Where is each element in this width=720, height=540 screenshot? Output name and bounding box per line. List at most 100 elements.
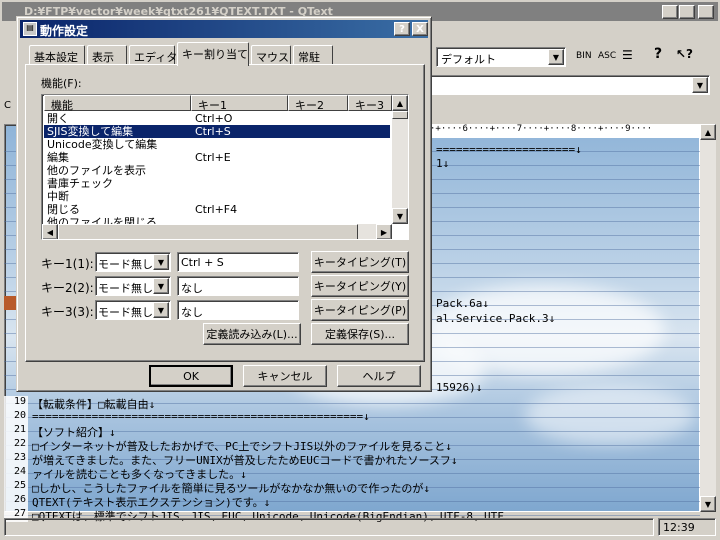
line-number: 25 [4,480,28,494]
function-list[interactable]: 開く Ctrl+O SJIS変換して編集 Ctrl+S Unicode変換して編集 編集 C… [41,94,409,240]
line-number: 24 [4,466,28,480]
dialog-title-bar: ▤ 動作設定 ? X [20,20,428,38]
status-message [4,518,654,536]
function-label: 機能(F): [41,77,82,90]
text-line: al.Service.Pack.3↓ [436,312,556,325]
key3-field[interactable]: なし [177,300,299,320]
list-item[interactable]: 中断 [44,190,390,203]
key3-mode-select[interactable]: モード無し ▼ [95,300,171,320]
scroll-down-icon[interactable]: ▼ [392,208,408,224]
maximize-button[interactable]: □ [679,5,695,19]
list-item[interactable]: 書庫チェック [44,177,390,190]
key1-mode-value: モード無し [98,258,153,271]
line-number: 26 [4,494,28,508]
list-item-function: 開く [47,112,69,125]
key2-typing-button[interactable]: キータイピング(Y) [311,275,409,297]
list-item[interactable]: 編集 Ctrl+E [44,151,390,164]
list-item[interactable]: 開く Ctrl+O [44,112,390,125]
line-number: 19 [4,396,28,410]
tab-5[interactable]: 常駐 [293,45,333,65]
line-number: 20 [4,410,28,424]
scroll-left-icon[interactable]: ◀ [42,224,58,239]
key2-value: なし [181,282,203,295]
list-item[interactable]: Unicode変換して編集 [44,138,390,151]
list-item-function: SJIS変換して編集 [47,125,134,138]
list-item[interactable]: 閉じる Ctrl+F4 [44,203,390,216]
tab-2[interactable]: エディタ [129,45,177,65]
list-item-function: 中断 [47,190,69,203]
list-item-function: 他のファイルを表示 [47,164,146,177]
key3-value: なし [181,306,203,319]
tab-4[interactable]: マウス [251,45,291,65]
address-combo[interactable]: ▼ [430,75,710,95]
line-number: 21 [4,424,28,438]
key1-field[interactable]: Ctrl + S [177,252,299,272]
key3-mode-value: モード無し [98,306,153,319]
bookmark-marker [4,296,16,310]
column-header-function[interactable]: 機能 [44,95,191,112]
scroll-up-icon[interactable]: ▲ [700,124,716,140]
key3-label: キー3(3): [41,305,94,319]
settings-dialog: ▤ 動作設定 ? X 基本設定 表示 エディタ キー割り当て マウス 常駐 機能(F): … [16,16,432,392]
scroll-right-icon[interactable]: ▶ [376,224,392,239]
app-icon: ▤ [23,22,37,36]
column-header-key2[interactable]: キー2 [288,95,348,112]
chevron-down-icon[interactable]: ▼ [548,49,564,65]
list-item[interactable]: SJIS変換して編集 Ctrl+S [44,125,390,138]
key1-value: Ctrl + S [181,256,224,269]
scroll-thumb[interactable] [392,111,408,119]
list-item-key1: Ctrl+E [195,151,231,164]
text-line: =====================↓ [436,143,582,156]
tab-1[interactable]: 表示 [87,45,127,65]
text-line: 1↓ [436,157,450,170]
key1-typing-button[interactable]: キータイピング(T) [311,251,409,273]
list-vertical-scrollbar[interactable]: ▲ ▼ [392,95,408,224]
key1-label: キー1(1): [41,257,94,271]
key3-typing-button[interactable]: キータイピング(P) [311,299,409,321]
list-item-function: 書庫チェック [47,177,113,190]
minimize-button[interactable]: _ [662,5,678,19]
cancel-button[interactable]: キャンセル [243,365,327,387]
column-header-key1[interactable]: キー1 [191,95,288,112]
save-definition-button[interactable]: 定義保存(S)... [311,323,409,345]
list-item-function: Unicode変換して編集 [47,138,158,151]
key1-mode-select[interactable]: モード無し ▼ [95,252,171,272]
scroll-up-icon[interactable]: ▲ [392,95,408,111]
encoding-select[interactable]: デフォルト ▼ [436,47,566,67]
text-line: ========================================… [32,410,370,423]
scroll-down-icon[interactable]: ▼ [700,496,716,512]
line-number: 23 [4,452,28,466]
help-icon[interactable]: ? [654,46,662,62]
encoding-value: デフォルト [441,53,496,66]
tab-3[interactable]: キー割り当て [177,42,249,66]
column-ruler: ·+····6····+····7····+····8····+····9···… [430,124,700,138]
key2-mode-value: モード無し [98,282,153,295]
tab-0[interactable]: 基本設定 [29,45,85,65]
status-time: 12:39 [658,518,716,536]
key2-mode-select[interactable]: モード無し ▼ [95,276,171,296]
dialog-close-button[interactable]: X [412,22,428,36]
help-button[interactable]: ヘルプ [337,365,421,387]
scroll-thumb[interactable] [58,224,358,239]
ok-button[interactable]: OK [149,365,233,387]
column-header-key3[interactable]: キー3 [348,95,392,112]
dialog-title: 動作設定 [40,24,89,38]
close-button[interactable]: X [698,5,714,19]
chevron-down-icon[interactable]: ▼ [153,254,169,270]
chevron-down-icon[interactable]: ▼ [692,77,708,93]
chevron-down-icon[interactable]: ▼ [153,302,169,318]
text-vertical-scrollbar[interactable]: ▲ ▼ [700,124,716,512]
asc-button[interactable]: ASC [598,51,616,61]
list-horizontal-scrollbar[interactable]: ◀ ▶ [42,224,392,239]
text-line: Pack.6a↓ [436,297,489,310]
whats-this-icon[interactable]: ↖? [676,47,693,61]
dialog-help-button[interactable]: ? [394,22,410,36]
list-item[interactable]: 他のファイルを表示 [44,164,390,177]
bin-button[interactable]: BIN [576,51,592,61]
list-item-key1: Ctrl+O [195,112,233,125]
key2-field[interactable]: なし [177,276,299,296]
load-definition-button[interactable]: 定義読み込み(L)... [203,323,301,345]
list-icon[interactable]: ☰ [622,48,633,62]
chevron-down-icon[interactable]: ▼ [153,278,169,294]
list-item-key1: Ctrl+F4 [195,203,238,216]
